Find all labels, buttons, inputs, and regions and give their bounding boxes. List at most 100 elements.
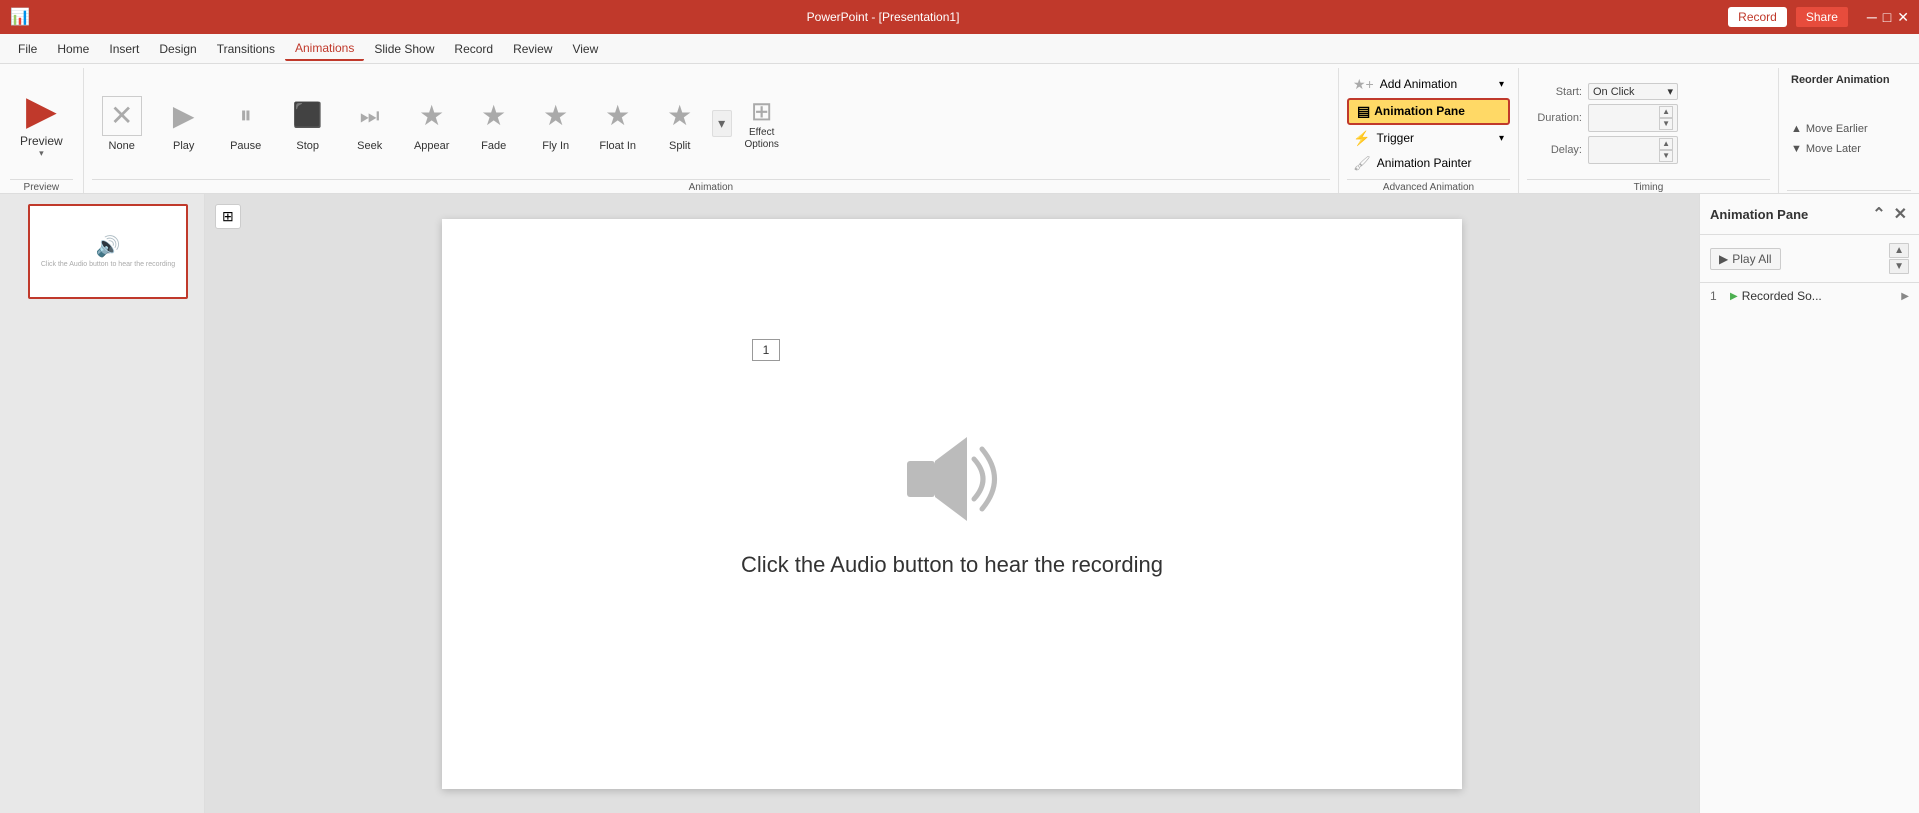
record-button[interactable]: Record xyxy=(1728,7,1787,27)
menu-file[interactable]: File xyxy=(8,38,47,60)
effect-options-label: EffectOptions xyxy=(744,127,778,151)
move-later-icon: ▼ xyxy=(1791,143,1802,155)
slide-thumbnail-1[interactable]: 1 ★ 🔊 Click the Audio button to hear the… xyxy=(8,204,196,299)
stop-icon: ⬛ xyxy=(288,96,328,136)
animation-item-play-icon: ▶ xyxy=(1730,291,1738,302)
start-value: On Click xyxy=(1593,86,1635,98)
anim-btn-split[interactable]: ★ Split xyxy=(650,81,710,167)
anim-scroll-down-btn[interactable]: ▼ xyxy=(1889,259,1909,274)
delay-down[interactable]: ▼ xyxy=(1659,150,1673,162)
slide-view-button[interactable]: ⊞ xyxy=(215,204,241,229)
preview-label: Preview xyxy=(20,134,63,148)
animation-item-number: 1 xyxy=(1710,289,1726,303)
anim-btn-fade[interactable]: ★ Fade xyxy=(464,81,524,167)
animation-pane-playall-bar: ▶ Play All ▲ ▼ xyxy=(1700,235,1919,283)
move-earlier-button[interactable]: ▲ Move Earlier xyxy=(1787,121,1911,137)
add-animation-button[interactable]: ★+ Add Animation ▾ xyxy=(1347,73,1510,96)
anim-btn-appear[interactable]: ★ Appear xyxy=(402,81,462,167)
menu-transitions[interactable]: Transitions xyxy=(207,38,285,60)
animation-pane-icon: ▤ xyxy=(1357,103,1370,120)
play-all-button[interactable]: ▶ Play All xyxy=(1710,248,1781,270)
anim-btn-none[interactable]: ✕ None xyxy=(92,81,152,167)
timing-group-label: Timing xyxy=(1527,179,1770,193)
delay-dropdown[interactable]: ▲ ▼ xyxy=(1588,136,1678,164)
play-all-label: Play All xyxy=(1732,252,1771,266)
duration-stepper: ▲ ▼ xyxy=(1659,106,1673,130)
anim-btn-flyin[interactable]: ★ Fly In xyxy=(526,81,586,167)
anim-btn-pause[interactable]: ⏸ Pause xyxy=(216,81,276,167)
delay-stepper: ▲ ▼ xyxy=(1659,138,1673,162)
close-icon[interactable]: ✕ xyxy=(1897,9,1909,26)
window-title: PowerPoint - [Presentation1] xyxy=(38,10,1728,24)
split-icon: ★ xyxy=(660,96,700,136)
preview-button[interactable]: ▶ Preview ▾ xyxy=(10,82,73,165)
slide-panel: 1 ★ 🔊 Click the Audio button to hear the… xyxy=(0,194,205,813)
anim-btn-stop[interactable]: ⬛ Stop xyxy=(278,81,338,167)
none-icon: ✕ xyxy=(102,96,142,136)
menu-design[interactable]: Design xyxy=(149,38,206,60)
animation-buttons: ✕ None ▶ Play ⏸ Pause ⬛ Stop ⏭ Seek xyxy=(92,68,1330,179)
split-label: Split xyxy=(669,140,690,152)
window-icon: 📊 xyxy=(10,7,30,27)
slide-thumb-image[interactable]: 🔊 Click the Audio button to hear the rec… xyxy=(28,204,188,299)
anim-btn-play[interactable]: ▶ Play xyxy=(154,81,214,167)
menu-animations[interactable]: Animations xyxy=(285,37,364,61)
effect-options-button[interactable]: ⊞ EffectOptions xyxy=(734,81,790,167)
menu-insert[interactable]: Insert xyxy=(99,38,149,60)
effect-options-icon: ⊞ xyxy=(751,96,773,127)
menu-home[interactable]: Home xyxy=(47,38,99,60)
anim-btn-floatin[interactable]: ★ Float In xyxy=(588,81,648,167)
reorder-group-spacer xyxy=(1787,190,1911,193)
seek-icon: ⏭ xyxy=(350,96,390,136)
trigger-button[interactable]: ⚡ Trigger ▾ xyxy=(1347,127,1510,150)
main-area: 1 ★ 🔊 Click the Audio button to hear the… xyxy=(0,194,1919,813)
duration-up[interactable]: ▲ xyxy=(1659,106,1673,118)
animation-painter-button[interactable]: 🖌 Animation Painter xyxy=(1347,152,1510,175)
ribbon-group-advanced: ★+ Add Animation ▾ ▤ Animation Pane ⚡ Tr… xyxy=(1339,68,1519,193)
animation-pane-collapse-btn[interactable]: ⌃ xyxy=(1870,202,1887,226)
menu-review[interactable]: Review xyxy=(503,38,562,60)
trigger-arrow: ▾ xyxy=(1499,133,1504,144)
menu-record[interactable]: Record xyxy=(444,38,503,60)
animation-pane-button[interactable]: ▤ Animation Pane xyxy=(1347,98,1510,125)
play-label: Play xyxy=(173,140,194,152)
anim-btn-seek[interactable]: ⏭ Seek xyxy=(340,81,400,167)
stop-label: Stop xyxy=(296,140,319,152)
start-dropdown[interactable]: On Click ▾ xyxy=(1588,83,1678,100)
appear-label: Appear xyxy=(414,140,449,152)
move-later-button[interactable]: ▼ Move Later xyxy=(1787,141,1911,157)
title-controls: Record Share ─ □ ✕ xyxy=(1728,6,1909,28)
animation-pane-header: Animation Pane ⌃ ✕ xyxy=(1700,194,1919,235)
share-button[interactable]: Share xyxy=(1795,6,1849,28)
start-label: Start: xyxy=(1527,86,1582,98)
animation-pane-close-btn[interactable]: ✕ xyxy=(1892,202,1909,226)
ribbon: ▶ Preview ▾ Preview ✕ None ▶ Play ⏸ Paus… xyxy=(0,64,1919,194)
flyin-label: Fly In xyxy=(542,140,569,152)
add-animation-arrow: ▾ xyxy=(1499,79,1504,90)
advanced-animation-content: ★+ Add Animation ▾ ▤ Animation Pane ⚡ Tr… xyxy=(1347,68,1510,179)
preview-dropdown-arrow[interactable]: ▾ xyxy=(39,148,44,159)
ribbon-group-reorder: Reorder Animation ▲ Move Earlier ▼ Move … xyxy=(1779,68,1919,193)
maximize-icon[interactable]: □ xyxy=(1883,9,1891,26)
delay-up[interactable]: ▲ xyxy=(1659,138,1673,150)
animation-scroll-arrow[interactable]: ▾ xyxy=(712,110,732,137)
animation-pane: Animation Pane ⌃ ✕ ▶ Play All ▲ ▼ 1 ▶ Re… xyxy=(1699,194,1919,813)
timing-duration-row: Duration: ▲ ▼ xyxy=(1527,104,1678,132)
ribbon-group-timing: Start: On Click ▾ Duration: ▲ ▼ xyxy=(1519,68,1779,193)
menu-view[interactable]: View xyxy=(562,38,608,60)
move-earlier-label: Move Earlier xyxy=(1806,123,1868,135)
pause-icon: ⏸ xyxy=(226,96,266,136)
preview-icon: ▶ xyxy=(26,88,57,134)
animation-pane-title: Animation Pane xyxy=(1710,207,1808,222)
anim-scroll-up-btn[interactable]: ▲ xyxy=(1889,243,1909,258)
duration-down[interactable]: ▼ xyxy=(1659,118,1673,130)
pause-label: Pause xyxy=(230,140,261,152)
animation-pane-item-1[interactable]: 1 ▶ Recorded So... ▶ xyxy=(1700,283,1919,309)
menu-slideshow[interactable]: Slide Show xyxy=(364,38,444,60)
duration-dropdown[interactable]: ▲ ▼ xyxy=(1588,104,1678,132)
speaker-svg xyxy=(892,429,1012,529)
move-earlier-icon: ▲ xyxy=(1791,123,1802,135)
menu-bar: File Home Insert Design Transitions Anim… xyxy=(0,34,1919,64)
window-controls: ─ □ ✕ xyxy=(1867,9,1909,26)
minimize-icon[interactable]: ─ xyxy=(1867,9,1877,26)
